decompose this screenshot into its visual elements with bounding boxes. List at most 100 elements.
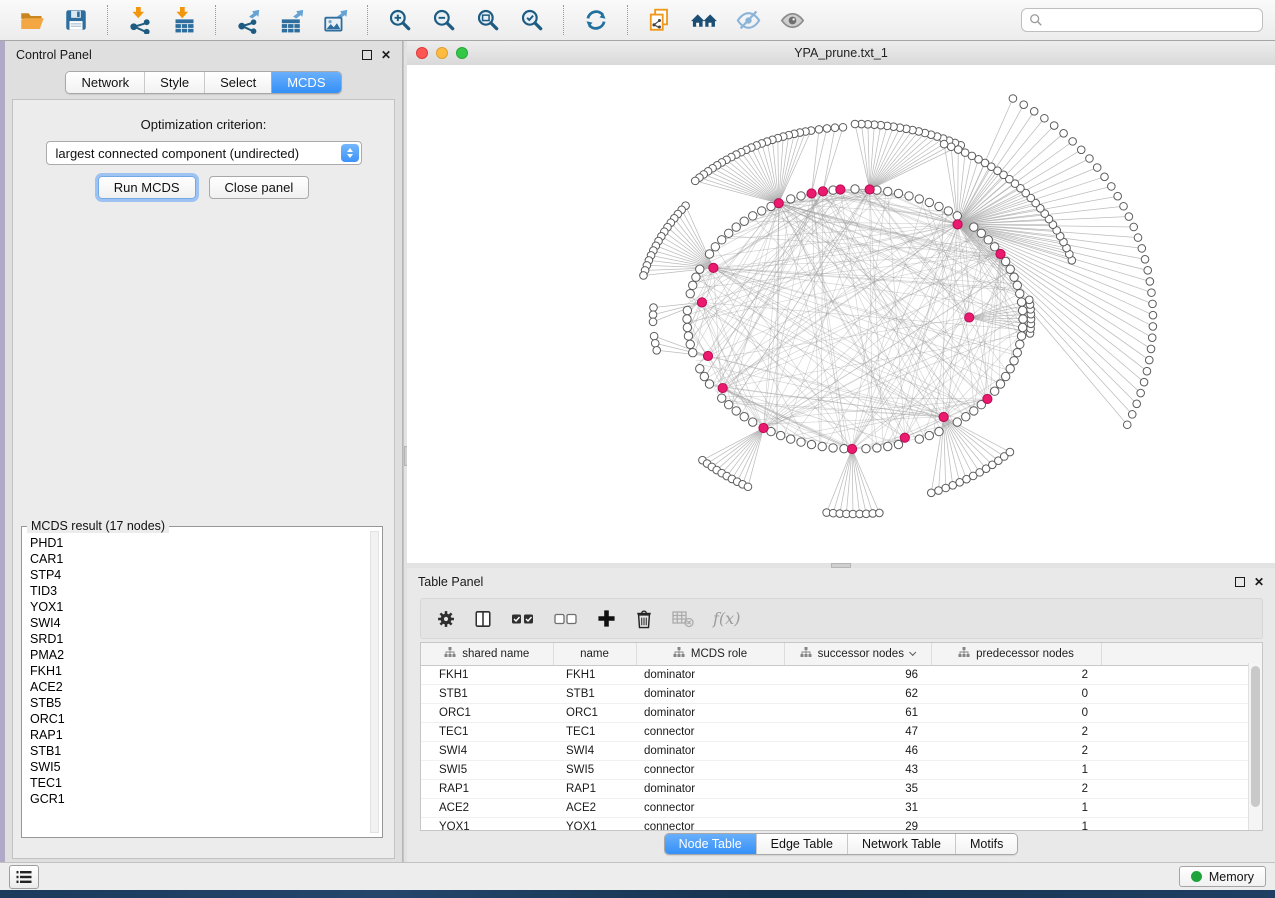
tab-network[interactable]: Network (66, 72, 144, 93)
search-input[interactable] (1048, 12, 1255, 28)
show-columns-button[interactable] (474, 610, 492, 628)
mcds-node[interactable]: SWI5 (30, 759, 366, 775)
table-settings-button[interactable] (437, 610, 455, 628)
table-cell[interactable]: 1 (931, 761, 1101, 780)
table-row[interactable]: SWI4SWI4dominator462 (421, 742, 1263, 761)
table-cell[interactable]: 0 (931, 685, 1101, 704)
column-header-predecessor-nodes[interactable]: predecessor nodes (931, 643, 1101, 666)
select-all-button[interactable] (511, 612, 535, 626)
mcds-node[interactable]: SWI4 (30, 615, 366, 631)
table-cell[interactable]: 46 (784, 742, 931, 761)
window-zoom-button[interactable] (456, 47, 468, 59)
table-cell[interactable]: 1 (931, 818, 1101, 832)
import-table-button[interactable] (164, 3, 204, 37)
table-cell[interactable]: connector (636, 761, 784, 780)
float-panel-button[interactable] (1235, 577, 1245, 587)
table-cell[interactable]: dominator (636, 666, 784, 685)
first-neighbors-button[interactable] (684, 3, 724, 37)
mcds-node[interactable]: ORC1 (30, 711, 366, 727)
network-graph[interactable] (407, 65, 1275, 563)
tab-node-table[interactable]: Node Table (665, 834, 756, 854)
mcds-node[interactable]: CAR1 (30, 551, 366, 567)
table-cell[interactable]: 61 (784, 704, 931, 723)
table-scrollbar-thumb[interactable] (1251, 666, 1260, 807)
apply-layout-button[interactable] (576, 3, 616, 37)
table-cell[interactable]: 2 (931, 742, 1101, 761)
float-panel-button[interactable] (362, 50, 372, 60)
hide-selected-button[interactable] (728, 3, 768, 37)
tab-network-table[interactable]: Network Table (847, 834, 955, 854)
show-all-button[interactable] (772, 3, 812, 37)
mcds-node[interactable]: PHD1 (30, 535, 366, 551)
add-column-button[interactable] (597, 609, 616, 628)
network-canvas[interactable] (407, 65, 1275, 563)
mcds-node[interactable]: YOX1 (30, 599, 366, 615)
table-cell[interactable]: ACE2 (421, 799, 553, 818)
table-cell[interactable]: 31 (784, 799, 931, 818)
table-row[interactable]: RAP1RAP1dominator352 (421, 780, 1263, 799)
table-row[interactable]: STB1STB1dominator620 (421, 685, 1263, 704)
column-header-successor-nodes[interactable]: successor nodes (784, 643, 931, 666)
mcds-node[interactable]: STB1 (30, 743, 366, 759)
mcds-node[interactable]: PMA2 (30, 647, 366, 663)
delete-column-button[interactable] (635, 609, 653, 629)
table-cell[interactable]: ORC1 (553, 704, 636, 723)
table-cell[interactable]: TEC1 (553, 723, 636, 742)
criterion-select[interactable]: largest connected component (undirected) (46, 141, 362, 165)
table-cell[interactable]: 2 (931, 780, 1101, 799)
table-row[interactable]: YOX1YOX1connector291 (421, 818, 1263, 832)
tab-select[interactable]: Select (204, 72, 271, 93)
tab-style[interactable]: Style (144, 72, 204, 93)
import-network-button[interactable] (120, 3, 160, 37)
mcds-node[interactable]: STB5 (30, 695, 366, 711)
table-cell[interactable]: FKH1 (421, 666, 553, 685)
window-minimize-button[interactable] (436, 47, 448, 59)
mcds-node[interactable]: GCR1 (30, 791, 366, 807)
mcds-node[interactable]: SRD1 (30, 631, 366, 647)
table-cell[interactable]: 35 (784, 780, 931, 799)
table-cell[interactable]: FKH1 (553, 666, 636, 685)
tab-motifs[interactable]: Motifs (955, 834, 1017, 854)
column-header-MCDS-role[interactable]: MCDS role (636, 643, 784, 666)
table-cell[interactable]: 1 (931, 799, 1101, 818)
table-cell[interactable]: 29 (784, 818, 931, 832)
memory-button[interactable]: Memory (1179, 866, 1266, 887)
table-cell[interactable]: 0 (931, 704, 1101, 723)
table-cell[interactable]: RAP1 (421, 780, 553, 799)
open-file-button[interactable] (12, 3, 52, 37)
table-cell[interactable]: 96 (784, 666, 931, 685)
tab-edge-table[interactable]: Edge Table (756, 834, 847, 854)
table-cell[interactable]: STB1 (421, 685, 553, 704)
zoom-in-button[interactable] (380, 3, 420, 37)
deselect-all-button[interactable] (554, 612, 578, 626)
table-cell[interactable]: 47 (784, 723, 931, 742)
table-cell[interactable]: YOX1 (553, 818, 636, 832)
mcds-list-scrollbar[interactable] (370, 531, 379, 833)
table-cell[interactable]: YOX1 (421, 818, 553, 832)
mcds-node[interactable]: RAP1 (30, 727, 366, 743)
mcds-node[interactable]: ACE2 (30, 679, 366, 695)
run-mcds-button[interactable]: Run MCDS (98, 176, 196, 199)
table-cell[interactable]: RAP1 (553, 780, 636, 799)
table-row[interactable]: FKH1FKH1dominator962 (421, 666, 1263, 685)
export-table-button[interactable] (272, 3, 312, 37)
table-cell[interactable]: dominator (636, 742, 784, 761)
table-cell[interactable]: 2 (931, 723, 1101, 742)
table-cell[interactable]: connector (636, 799, 784, 818)
close-panel-icon-button[interactable]: ✕ (381, 49, 391, 61)
table-cell[interactable]: 62 (784, 685, 931, 704)
panel-menu-button[interactable] (9, 865, 39, 889)
mcds-node[interactable]: FKH1 (30, 663, 366, 679)
table-cell[interactable]: dominator (636, 780, 784, 799)
zoom-selected-button[interactable] (512, 3, 552, 37)
table-row[interactable]: ORC1ORC1dominator610 (421, 704, 1263, 723)
table-cell[interactable]: SWI5 (553, 761, 636, 780)
zoom-out-button[interactable] (424, 3, 464, 37)
zoom-fit-button[interactable] (468, 3, 508, 37)
table-row[interactable]: ACE2ACE2connector311 (421, 799, 1263, 818)
export-image-button[interactable] (316, 3, 356, 37)
table-cell[interactable]: ACE2 (553, 799, 636, 818)
mcds-node[interactable]: TEC1 (30, 775, 366, 791)
table-cell[interactable]: connector (636, 818, 784, 832)
table-cell[interactable]: 43 (784, 761, 931, 780)
